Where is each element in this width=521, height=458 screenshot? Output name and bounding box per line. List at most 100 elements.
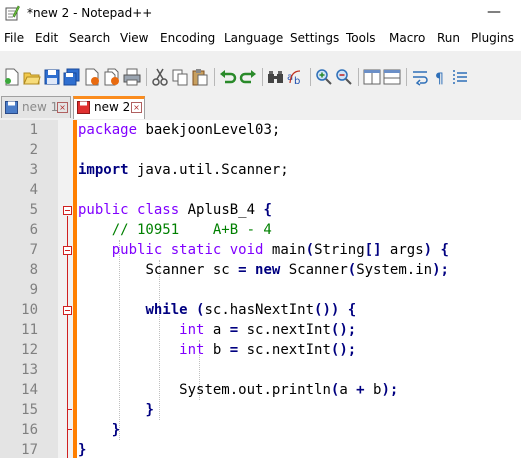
- keyword: void: [229, 242, 264, 258]
- code-text: b: [204, 342, 230, 358]
- fold-toggle-main[interactable]: [63, 246, 72, 255]
- code-line: Scanner sc = new Scanner(System.in);: [78, 260, 449, 280]
- close-all-icon[interactable]: [103, 68, 121, 86]
- operator: +: [356, 382, 365, 398]
- menu-settings[interactable]: Settings: [290, 31, 339, 45]
- tab-new-2[interactable]: new 2 ×: [73, 96, 145, 119]
- undo-icon[interactable]: [219, 68, 237, 86]
- code-line: // 10951 A+B - 4: [78, 220, 272, 240]
- paren: ): [432, 262, 441, 278]
- operator: =: [229, 322, 239, 338]
- line-number: 4: [29, 182, 38, 198]
- line-number: 5: [29, 202, 38, 218]
- sync-horizontal-icon[interactable]: [383, 68, 401, 86]
- keyword: class: [137, 202, 180, 218]
- line-number: 8: [29, 262, 38, 278]
- fold-toggle-class[interactable]: [63, 206, 72, 215]
- code-line: }: [78, 440, 86, 458]
- sync-vertical-icon[interactable]: [363, 68, 381, 86]
- code-text: sc.nextInt: [238, 322, 331, 338]
- code-text: a: [339, 382, 357, 398]
- code-line: package baekjoonLevel03;: [78, 120, 280, 140]
- tab-new-1[interactable]: new 1 ×: [1, 96, 71, 118]
- indent-guide-icon[interactable]: [451, 68, 469, 86]
- redo-icon[interactable]: [239, 68, 257, 86]
- menu-macro[interactable]: Macro: [389, 31, 425, 45]
- brace: {: [440, 242, 449, 258]
- keyword: public: [78, 202, 129, 218]
- paren: ): [339, 342, 348, 358]
- menu-run[interactable]: Run: [437, 31, 460, 45]
- toolbar-separator: [146, 68, 147, 86]
- code-text: AplusB_4: [179, 202, 264, 218]
- fold-toggle-while[interactable]: [63, 306, 72, 315]
- open-file-icon[interactable]: [23, 68, 41, 86]
- brace: {: [263, 202, 272, 218]
- change-history-bar: [73, 120, 77, 458]
- keyword: public: [111, 242, 163, 258]
- line-number: 17: [21, 442, 38, 458]
- code-line: }: [78, 420, 120, 440]
- menu-encoding[interactable]: Encoding: [160, 31, 215, 45]
- keyword: while: [145, 302, 188, 318]
- keyword: new: [255, 262, 281, 278]
- title-bar: *new 2 - Notepad++ —: [0, 0, 521, 26]
- brace: {: [347, 302, 357, 318]
- tab-close-button[interactable]: ×: [57, 102, 68, 113]
- code-text: b: [364, 382, 382, 398]
- svg-text:¶: ¶: [435, 71, 444, 86]
- tab-close-button[interactable]: ×: [131, 102, 142, 113]
- tab-bar: new 1 × new 2 ×: [0, 95, 521, 119]
- zoom-in-icon[interactable]: [315, 68, 333, 86]
- zoom-out-icon[interactable]: [335, 68, 353, 86]
- paren: ): [381, 382, 390, 398]
- line-number: 6: [29, 222, 38, 238]
- close-icon[interactable]: [83, 68, 101, 86]
- keyword: package: [78, 122, 138, 138]
- word-wrap-icon[interactable]: [411, 68, 429, 86]
- menu-edit[interactable]: Edit: [35, 31, 58, 45]
- toolbar-separator: [214, 68, 215, 86]
- menu-file[interactable]: File: [4, 31, 24, 45]
- menu-tools[interactable]: Tools: [346, 31, 376, 45]
- save-icon[interactable]: [43, 68, 61, 86]
- new-file-icon[interactable]: [3, 68, 21, 86]
- minimize-button[interactable]: —: [484, 2, 504, 22]
- menu-view[interactable]: View: [120, 31, 148, 45]
- cut-icon[interactable]: [151, 68, 169, 86]
- show-all-chars-icon[interactable]: ¶: [431, 68, 449, 86]
- line-number: 1: [29, 122, 38, 138]
- print-icon[interactable]: [123, 68, 141, 86]
- code-text: System.in: [356, 262, 433, 278]
- code-text: args: [381, 242, 424, 258]
- line-number: 16: [21, 422, 38, 438]
- operator: =: [238, 262, 247, 278]
- code-line: }: [78, 400, 153, 420]
- menu-language[interactable]: Language: [224, 31, 283, 45]
- keyword: import: [78, 162, 129, 178]
- keyword: int: [179, 322, 205, 338]
- paren: ): [330, 302, 340, 318]
- menu-search[interactable]: Search: [69, 31, 110, 45]
- replace-icon[interactable]: ab: [287, 68, 305, 86]
- find-icon[interactable]: [267, 68, 285, 86]
- code-text: baekjoonLevel03;: [137, 122, 281, 138]
- operator: =: [229, 342, 239, 358]
- code-text: Scanner: [280, 262, 348, 278]
- code-text: main: [263, 242, 306, 258]
- paste-icon[interactable]: [191, 68, 209, 86]
- brackets: []: [364, 242, 382, 258]
- copy-icon[interactable]: [171, 68, 189, 86]
- toolbar-separator: [262, 68, 263, 86]
- notepad-plus-plus-icon: [5, 5, 20, 21]
- code-text: String: [314, 242, 365, 258]
- save-all-icon[interactable]: [63, 68, 81, 86]
- code-line: public class AplusB_4 {: [78, 200, 272, 220]
- paren: (: [305, 242, 315, 258]
- code-text: sc.hasNextInt: [204, 302, 315, 318]
- menu-plugins[interactable]: Plugins: [471, 31, 514, 45]
- window-title: *new 2 - Notepad++: [27, 6, 153, 20]
- code-editor[interactable]: 1 2 3 4 5 6 7 8 9 10 11 12 13 14 15 16 1…: [0, 120, 521, 458]
- svg-text:b: b: [294, 76, 300, 86]
- line-number: 2: [29, 142, 38, 158]
